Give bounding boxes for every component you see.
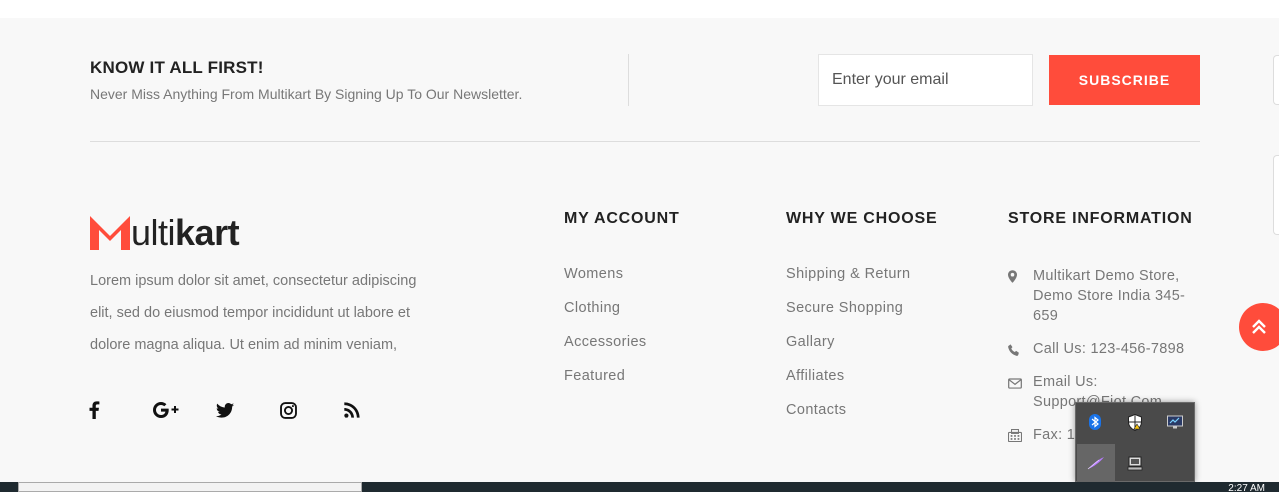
store-information-title: STORE INFORMATION (1008, 210, 1193, 227)
instagram-icon[interactable] (280, 398, 344, 422)
top-strip (0, 0, 1279, 18)
about-line: elit, sed do eiusmod tempor incididunt u… (90, 305, 410, 321)
newsletter-divider (628, 54, 629, 106)
footer-link-featured[interactable]: Featured (564, 368, 647, 402)
email-input[interactable] (818, 54, 1033, 106)
social-links (88, 398, 408, 422)
footer-link-contacts[interactable]: Contacts (786, 402, 911, 436)
side-panel-tab[interactable] (1273, 155, 1279, 235)
newsletter-title: KNOW IT ALL FIRST! (90, 58, 264, 77)
subscribe-button[interactable]: SUBSCRIBE (1049, 55, 1200, 105)
store-phone: Call Us: 123-456-7898 (1008, 339, 1203, 362)
google-plus-icon[interactable] (152, 398, 216, 422)
scroll-to-top-button[interactable] (1239, 303, 1279, 351)
footer-link-shipping[interactable]: Shipping & Return (786, 266, 911, 300)
side-panel-tab[interactable] (1273, 55, 1279, 105)
store-phone-text: Call Us: 123-456-7898 (1033, 341, 1185, 357)
footer-link-affiliates[interactable]: Affiliates (786, 368, 911, 402)
footer-link-clothing[interactable]: Clothing (564, 300, 647, 334)
logo-m-mark (90, 216, 130, 250)
footer-link-womens[interactable]: Womens (564, 266, 647, 300)
footer-link-secure-shopping[interactable]: Secure Shopping (786, 300, 911, 334)
logo-text-light: ulti (131, 212, 176, 253)
my-account-title: MY ACCOUNT (564, 210, 680, 227)
twitter-icon[interactable] (216, 398, 280, 422)
double-chevron-up-icon (1252, 319, 1266, 334)
bluetooth-icon[interactable] (1076, 403, 1114, 441)
system-tray-overflow (1075, 402, 1195, 482)
about-line: Lorem ipsum dolor sit amet, consectetur … (90, 273, 417, 289)
store-email-label: Email Us: (1033, 374, 1098, 390)
phone-icon (1008, 339, 1033, 362)
envelope-icon (1008, 372, 1033, 412)
why-we-choose-title: WHY WE CHOOSE (786, 210, 938, 227)
fax-icon (1007, 425, 1033, 448)
facebook-icon[interactable] (88, 398, 152, 422)
footer-link-gallary[interactable]: Gallary (786, 334, 911, 368)
footer-link-accessories[interactable]: Accessories (564, 334, 647, 368)
newsletter-subtitle: Never Miss Anything From Multikart By Si… (90, 86, 523, 102)
multikart-logo[interactable]: ultikart (90, 210, 240, 253)
network-computer-icon[interactable] (1116, 444, 1154, 482)
map-marker-icon (1008, 266, 1033, 326)
about-text: Lorem ipsum dolor sit amet, consectetur … (90, 265, 450, 361)
security-shield-icon[interactable] (1116, 403, 1154, 441)
store-address: Multikart Demo Store, Demo Store India 3… (1008, 266, 1203, 326)
store-address-text: Multikart Demo Store, Demo Store India 3… (1033, 268, 1186, 324)
about-line: dolore magna aliqua. Ut enim ad minim ve… (90, 337, 398, 353)
footer-divider (90, 141, 1200, 142)
why-we-choose-links: Shipping & Return Secure Shopping Gallar… (786, 266, 911, 436)
rss-icon[interactable] (344, 398, 408, 422)
display-icon[interactable] (1156, 403, 1194, 441)
taskbar-clock[interactable]: 2:27 AM (1228, 484, 1265, 492)
taskbar-search-box[interactable] (18, 482, 362, 492)
my-account-links: Womens Clothing Accessories Featured (564, 266, 647, 402)
pen-feather-icon[interactable] (1077, 444, 1115, 482)
logo-text-bold: kart (175, 212, 240, 253)
